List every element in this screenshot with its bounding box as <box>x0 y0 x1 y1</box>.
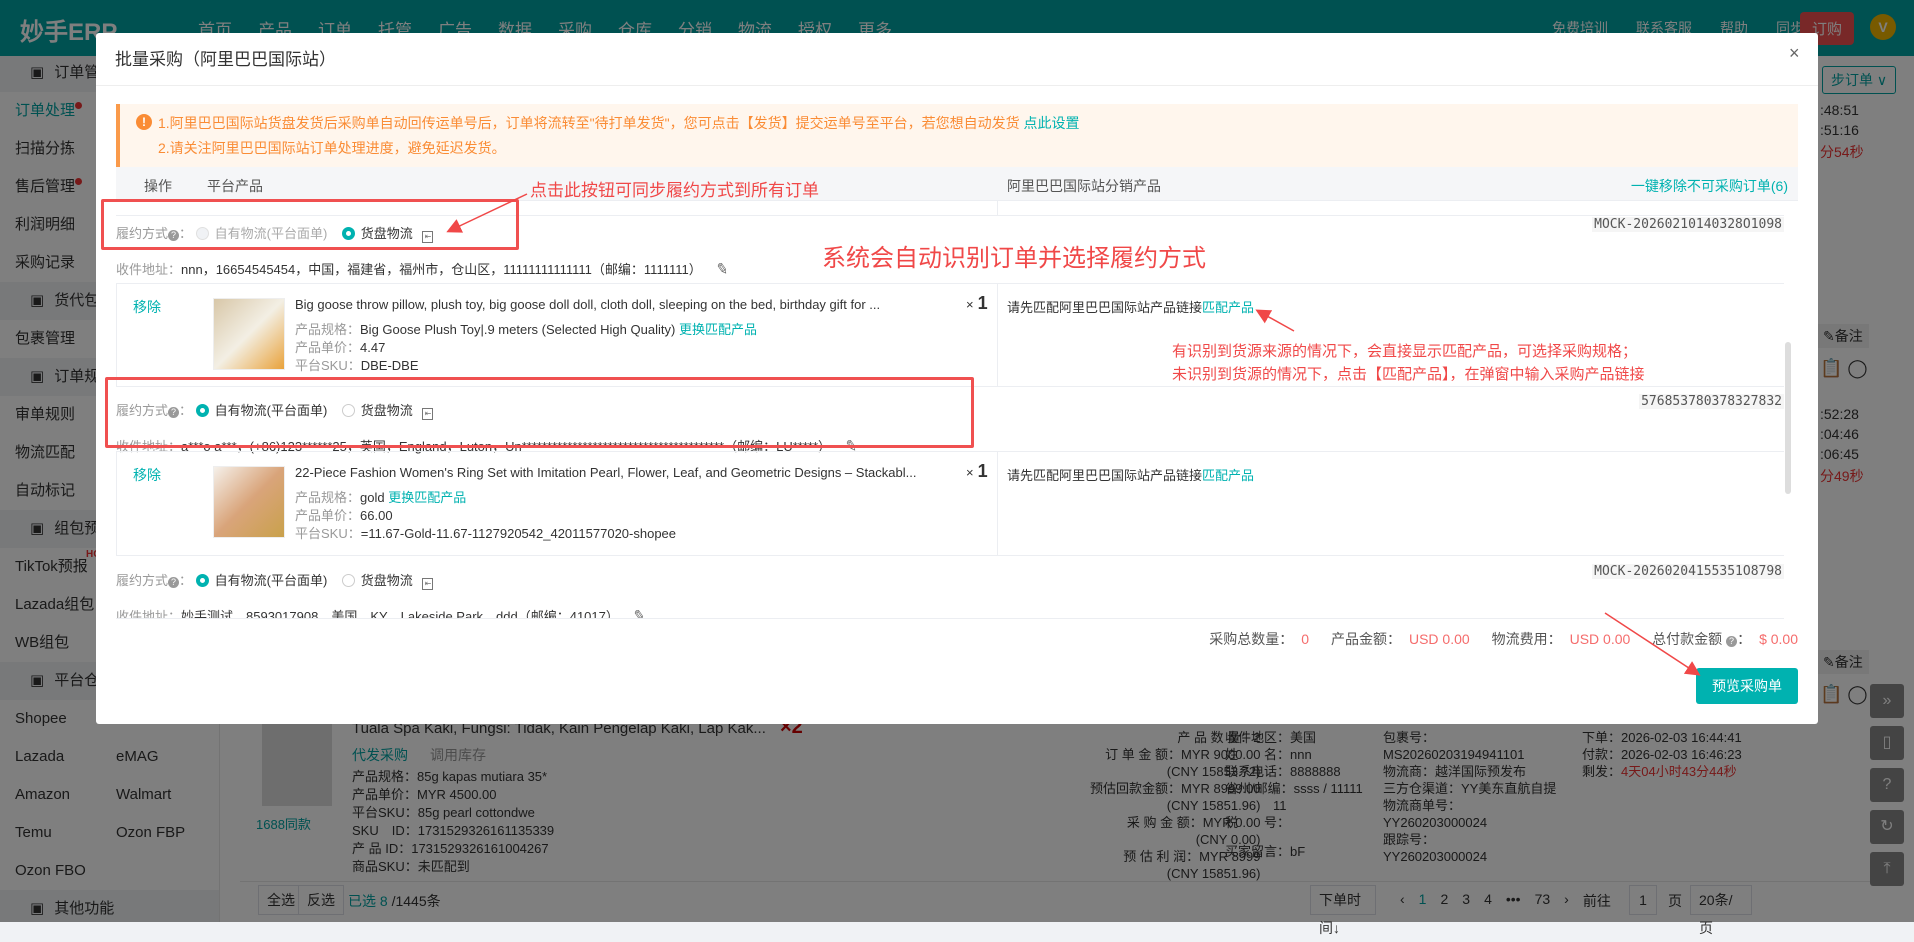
arrow <box>1604 612 1701 676</box>
arrow <box>446 193 528 233</box>
annotation-arrows <box>446 193 1701 676</box>
arrow <box>1255 309 1295 332</box>
